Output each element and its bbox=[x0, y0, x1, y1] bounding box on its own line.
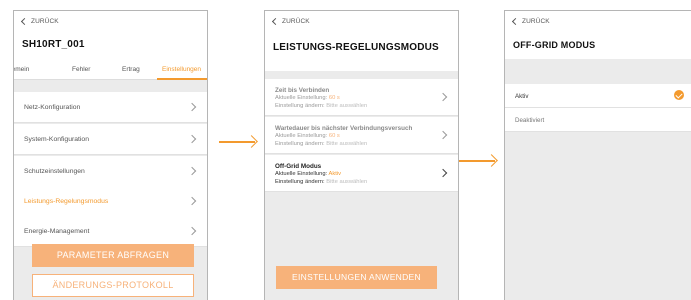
chevron-right-icon bbox=[438, 92, 448, 102]
power-control-mode-screen: ZURÜCK LEISTUNGS-REGELUNGSMODUS Zeit bis… bbox=[264, 10, 459, 300]
checkmark-icon bbox=[674, 90, 684, 100]
current-setting: Aktuelle Einstellung: 60 s bbox=[275, 95, 340, 101]
einstellungen-anwenden-button[interactable]: EINSTELLUNGEN ANWENDEN bbox=[276, 266, 437, 289]
menu-item-label: Netz-Konfiguration bbox=[24, 104, 81, 111]
back-label: ZURÜCK bbox=[282, 18, 310, 25]
back-button[interactable]: ZURÜCK bbox=[511, 17, 550, 26]
menu-item-label: Energie-Management bbox=[24, 228, 90, 235]
chevron-left-icon bbox=[20, 17, 29, 26]
setting-item-wartedauer[interactable]: Wartedauer bis nächster Verbindungsversu… bbox=[265, 117, 458, 154]
menu-item-leistungs-regelungsmodus[interactable]: Leistungs-Regelungsmodus bbox=[14, 186, 207, 217]
menu-item-label: System-Konfiguration bbox=[24, 136, 89, 143]
menu-item-label: Schutzeinstellungen bbox=[24, 168, 85, 175]
flow-arrow-icon bbox=[459, 160, 495, 162]
menu-item-system-konfiguration[interactable]: System-Konfiguration bbox=[14, 124, 207, 155]
back-button[interactable]: ZURÜCK bbox=[20, 17, 59, 26]
header: ZURÜCK LEISTUNGS-REGELUNGSMODUS bbox=[265, 11, 458, 71]
change-setting: Einstellung ändern: Bitte auswählen bbox=[275, 179, 368, 185]
change-setting: Einstellung ändern: Bitte auswählen bbox=[275, 141, 368, 147]
off-grid-mode-screen: ZURÜCK OFF-GRID MODUS Aktiv Deaktiviert bbox=[504, 10, 691, 300]
chevron-right-icon bbox=[187, 134, 197, 144]
chevron-right-icon bbox=[438, 130, 448, 140]
aenderungs-protokoll-button[interactable]: ÄNDERUNGS-PROTOKOLL bbox=[32, 274, 194, 297]
change-setting: Einstellung ändern: Bitte auswählen bbox=[275, 103, 368, 109]
page-title: SH10RT_001 bbox=[22, 39, 85, 50]
chevron-right-icon bbox=[187, 166, 197, 176]
tab-einstellungen[interactable]: Einstellungen bbox=[162, 66, 201, 73]
tab-allgemein[interactable]: gemein bbox=[14, 66, 29, 73]
chevron-left-icon bbox=[271, 17, 280, 26]
settings-screen: ZURÜCK SH10RT_001 gemein Fehler Ertrag E… bbox=[13, 10, 208, 300]
setting-item-off-grid-modus[interactable]: Off-Grid Modus Aktuelle Einstellung: Akt… bbox=[265, 155, 458, 192]
chevron-right-icon bbox=[187, 226, 197, 236]
menu-item-label: Leistungs-Regelungsmodus bbox=[24, 198, 109, 205]
menu-item-energie-management[interactable]: Energie-Management bbox=[14, 216, 207, 247]
tab-fehler[interactable]: Fehler bbox=[72, 66, 90, 73]
chevron-left-icon bbox=[511, 17, 520, 26]
setting-name: Off-Grid Modus bbox=[275, 163, 322, 170]
tab-bar: gemein Fehler Ertrag Einstellungen bbox=[14, 62, 207, 80]
header: ZURÜCK OFF-GRID MODUS bbox=[505, 11, 691, 59]
tab-ertrag[interactable]: Ertrag bbox=[122, 66, 140, 73]
current-setting: Aktuelle Einstellung: 60 s bbox=[275, 133, 340, 139]
setting-name: Zeit bis Verbinden bbox=[275, 87, 330, 94]
option-aktiv[interactable]: Aktiv bbox=[505, 84, 691, 108]
option-deaktiviert[interactable]: Deaktiviert bbox=[505, 108, 691, 132]
back-label: ZURÜCK bbox=[31, 18, 59, 25]
active-tab-indicator bbox=[157, 78, 207, 80]
chevron-right-icon bbox=[438, 168, 448, 178]
chevron-right-icon bbox=[187, 196, 197, 206]
option-label: Aktiv bbox=[515, 93, 529, 100]
setting-name: Wartedauer bis nächster Verbindungsversu… bbox=[275, 125, 413, 132]
back-label: ZURÜCK bbox=[522, 18, 550, 25]
current-setting: Aktuelle Einstellung: Aktiv bbox=[275, 171, 342, 177]
setting-item-zeit-bis-verbinden[interactable]: Zeit bis Verbinden Aktuelle Einstellung:… bbox=[265, 79, 458, 116]
chevron-right-icon bbox=[187, 102, 197, 112]
parameter-abfragen-button[interactable]: PARAMETER ABFRAGEN bbox=[32, 244, 194, 267]
option-label: Deaktiviert bbox=[515, 117, 545, 124]
menu-item-netz-konfiguration[interactable]: Netz-Konfiguration bbox=[14, 92, 207, 123]
menu-item-schutzeinstellungen[interactable]: Schutzeinstellungen bbox=[14, 156, 207, 187]
back-button[interactable]: ZURÜCK bbox=[271, 17, 310, 26]
flow-arrow-icon bbox=[219, 141, 255, 143]
page-title: LEISTUNGS-REGELUNGSMODUS bbox=[273, 42, 439, 53]
page-title: OFF-GRID MODUS bbox=[513, 40, 596, 50]
